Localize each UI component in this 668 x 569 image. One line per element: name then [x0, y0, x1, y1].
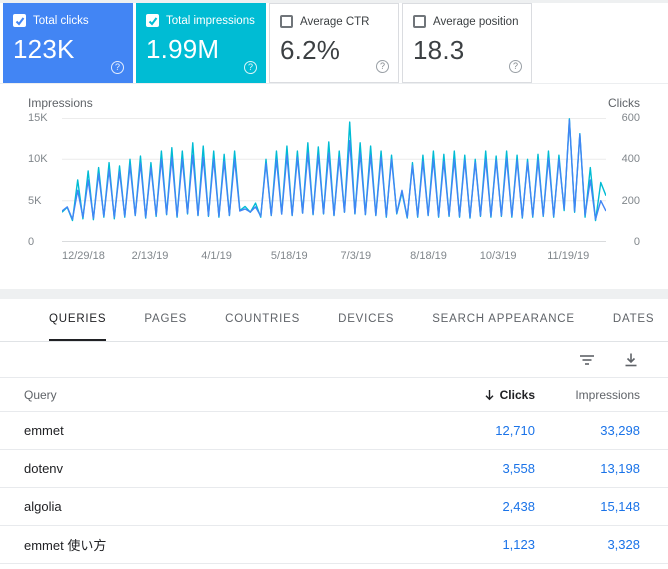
impressions-cell: 33,298 [600, 423, 640, 438]
tab-devices[interactable]: DEVICES [338, 299, 394, 341]
query-cell: algolia [24, 499, 62, 514]
left-axis-ticks: 15K 10K 5K 0 [28, 112, 48, 248]
card-label: Average position [433, 15, 519, 28]
total-impressions-value: 1.99M [146, 34, 220, 64]
right-axis-title: Clicks [608, 96, 640, 110]
average-ctr-value: 6.2% [280, 35, 341, 65]
tab-search-appearance[interactable]: SEARCH APPEARANCE [432, 299, 575, 341]
performance-chart: Impressions Clicks 15K 10K 5K 0 600 400 … [0, 84, 668, 289]
card-average-position[interactable]: Average position 18.3 ? [402, 3, 532, 83]
card-label: Total impressions [166, 14, 255, 27]
total-impressions-checkbox[interactable] [146, 14, 159, 27]
tab-countries[interactable]: COUNTRIES [225, 299, 300, 341]
table-toolbar [0, 342, 668, 378]
card-total-impressions[interactable]: Total impressions 1.99M ? [136, 3, 266, 83]
left-axis-title: Impressions [28, 96, 93, 110]
impressions-cell: 13,198 [600, 461, 640, 476]
column-header-clicks[interactable]: Clicks [415, 388, 535, 402]
impressions-cell: 3,328 [607, 537, 640, 552]
tab-queries[interactable]: QUERIES [49, 299, 107, 341]
tab-pages[interactable]: PAGES [144, 299, 187, 341]
card-average-ctr[interactable]: Average CTR 6.2% ? [269, 3, 399, 83]
table-header-row: Query Clicks Impressions [0, 378, 668, 412]
average-ctr-checkbox[interactable] [280, 15, 293, 28]
clicks-cell: 1,123 [502, 537, 535, 552]
query-cell: emmet 使い方 [24, 538, 107, 553]
clicks-cell: 12,710 [495, 423, 535, 438]
total-clicks-checkbox[interactable] [13, 14, 26, 27]
average-position-checkbox[interactable] [413, 15, 426, 28]
table-row[interactable]: algolia 2,438 15,148 [0, 488, 668, 526]
card-label: Average CTR [300, 15, 370, 28]
dimensions-table-panel: QUERIES PAGES COUNTRIES DEVICES SEARCH A… [0, 299, 668, 569]
help-icon[interactable]: ? [509, 60, 522, 73]
table-row[interactable]: dotenv 3,558 13,198 [0, 450, 668, 488]
help-icon[interactable]: ? [244, 61, 257, 74]
check-icon [148, 16, 157, 26]
column-header-query: Query [24, 387, 57, 402]
download-icon[interactable] [622, 351, 640, 369]
card-total-clicks[interactable]: Total clicks 123K ? [3, 3, 133, 83]
check-icon [15, 16, 24, 26]
tab-dates[interactable]: DATES [613, 299, 655, 341]
average-position-value: 18.3 [413, 35, 465, 65]
table-row[interactable]: emmet 12,710 33,298 [0, 412, 668, 450]
performance-chart-svg [62, 118, 606, 242]
help-icon[interactable]: ? [376, 60, 389, 73]
filter-icon[interactable] [578, 351, 596, 369]
query-cell: emmet [24, 423, 64, 438]
right-axis-ticks: 600 400 200 0 [621, 112, 640, 248]
x-axis-labels: 12/29/18 2/13/19 4/1/19 5/18/19 7/3/19 8… [62, 250, 590, 262]
dimension-tabs: QUERIES PAGES COUNTRIES DEVICES SEARCH A… [0, 299, 668, 342]
clicks-cell: 3,558 [502, 461, 535, 476]
summary-and-chart-panel: Total clicks 123K ? Total impressions 1.… [0, 3, 668, 289]
total-clicks-value: 123K [13, 34, 75, 64]
impressions-cell: 15,148 [600, 499, 640, 514]
clicks-cell: 2,438 [502, 499, 535, 514]
card-label: Total clicks [33, 14, 89, 27]
metric-cards-row: Total clicks 123K ? Total impressions 1.… [0, 3, 668, 84]
column-header-impressions[interactable]: Impressions [535, 388, 668, 402]
table-row[interactable]: emmet 使い方 1,123 3,328 [0, 526, 668, 564]
search-performance-page: Total clicks 123K ? Total impressions 1.… [0, 3, 668, 569]
help-icon[interactable]: ? [111, 61, 124, 74]
sort-desc-icon [485, 389, 494, 400]
query-cell: dotenv [24, 461, 64, 476]
